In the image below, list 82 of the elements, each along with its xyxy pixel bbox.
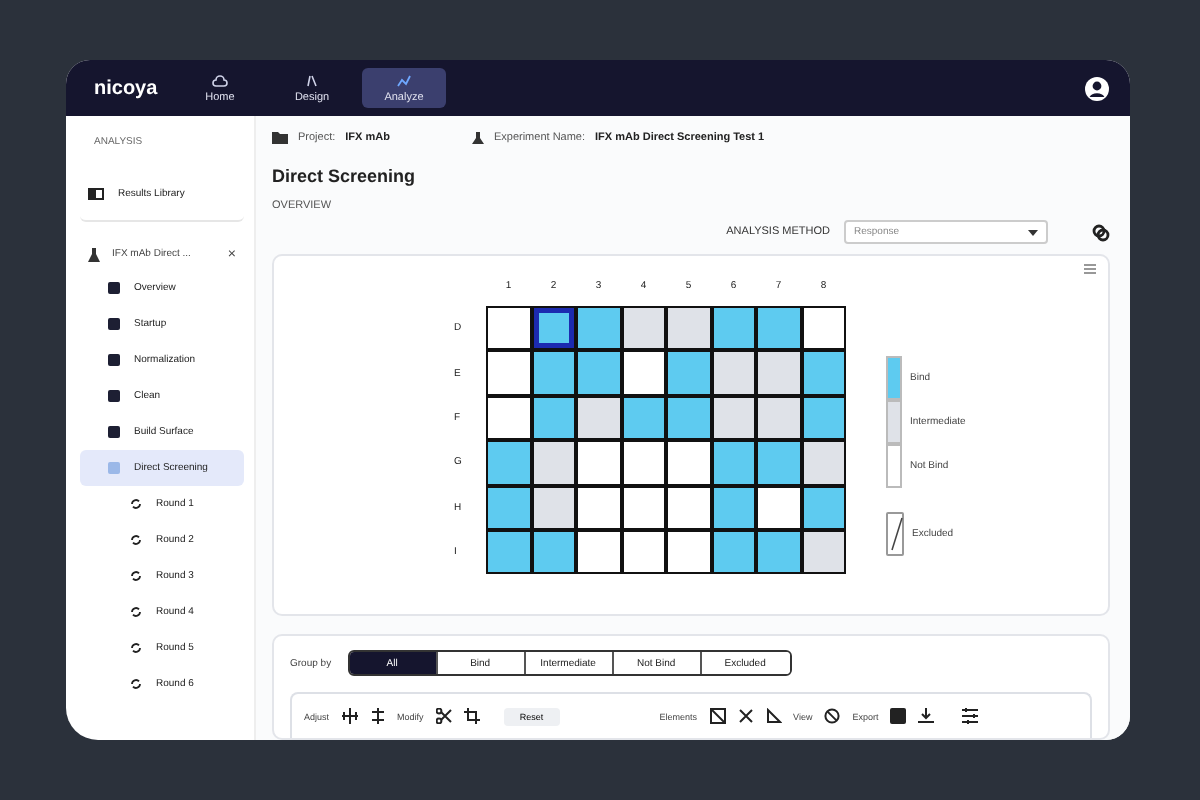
plate-well[interactable] xyxy=(801,529,846,575)
crop-icon[interactable] xyxy=(463,708,480,724)
plate-well[interactable] xyxy=(621,306,666,351)
settings-icon[interactable] xyxy=(962,708,979,724)
refresh-icon xyxy=(130,534,142,546)
step-icon xyxy=(108,462,120,474)
plate-well[interactable] xyxy=(711,529,756,575)
align-icon[interactable] xyxy=(341,708,358,724)
plate-well[interactable] xyxy=(756,485,801,530)
chart-icon xyxy=(396,73,412,87)
page-title: Direct Screening xyxy=(272,165,418,186)
plate-well[interactable] xyxy=(756,306,801,351)
menu-icon[interactable] xyxy=(1084,264,1096,274)
cross-icon[interactable] xyxy=(737,708,754,724)
plate-well[interactable] xyxy=(576,306,621,351)
align-icon[interactable] xyxy=(369,708,386,724)
plate-well[interactable] xyxy=(621,350,666,396)
image-icon[interactable] xyxy=(890,708,907,724)
plate-well[interactable] xyxy=(711,485,756,530)
legend-swatch xyxy=(886,512,904,556)
plate-well[interactable] xyxy=(711,306,756,351)
plate-well[interactable] xyxy=(666,395,711,441)
step-icon xyxy=(108,318,120,330)
refresh-icon xyxy=(130,606,142,618)
plate-well[interactable] xyxy=(486,306,531,351)
folder-icon xyxy=(272,132,288,145)
plate-well[interactable] xyxy=(486,485,531,530)
plate-well[interactable] xyxy=(531,440,576,486)
plate-well[interactable] xyxy=(531,395,576,441)
plate-well[interactable] xyxy=(756,440,801,486)
plate-well[interactable] xyxy=(801,350,846,396)
caret-icon xyxy=(1028,229,1038,236)
refresh-icon xyxy=(130,642,142,654)
download-icon[interactable] xyxy=(918,708,935,724)
scissors-icon[interactable] xyxy=(435,708,452,724)
step-icon xyxy=(108,282,120,294)
refresh-icon xyxy=(130,678,142,690)
plate-well[interactable] xyxy=(711,350,756,396)
plate-well[interactable] xyxy=(621,485,666,530)
plate-well[interactable] xyxy=(576,440,621,486)
plate-well[interactable] xyxy=(531,485,576,530)
plate-well[interactable] xyxy=(621,529,666,575)
plate-well[interactable] xyxy=(621,395,666,441)
plate-well[interactable] xyxy=(486,350,531,396)
triangle-icon[interactable] xyxy=(765,708,782,724)
plate-well[interactable] xyxy=(576,350,621,396)
ban-icon[interactable] xyxy=(824,708,841,724)
plate-well[interactable] xyxy=(666,350,711,396)
plate-well[interactable] xyxy=(711,395,756,441)
plate-well[interactable] xyxy=(711,440,756,486)
plate-well[interactable] xyxy=(756,395,801,441)
plate-well[interactable] xyxy=(531,350,576,396)
plate-well[interactable] xyxy=(531,529,576,575)
step-icon xyxy=(108,354,120,366)
step-icon xyxy=(108,390,120,402)
plate-well[interactable] xyxy=(801,395,846,441)
logo: nicoya xyxy=(94,77,160,99)
plate-well[interactable] xyxy=(666,306,711,351)
plate-well[interactable] xyxy=(666,440,711,486)
step-icon xyxy=(108,426,120,438)
plate-well[interactable] xyxy=(576,529,621,575)
plate-well[interactable] xyxy=(756,350,801,396)
plate-well[interactable] xyxy=(621,440,666,486)
cloud-icon xyxy=(212,73,228,87)
plate-well[interactable] xyxy=(531,306,576,351)
link-icon[interactable] xyxy=(1092,223,1110,242)
plate-well[interactable] xyxy=(801,440,846,486)
plate-well[interactable] xyxy=(666,529,711,575)
plate-well[interactable] xyxy=(666,485,711,530)
refresh-icon xyxy=(130,570,142,582)
library-icon xyxy=(88,188,104,200)
plate-well[interactable] xyxy=(756,529,801,575)
plate-well[interactable] xyxy=(576,485,621,530)
plate-well[interactable] xyxy=(801,485,846,530)
box-cross-icon[interactable] xyxy=(709,708,726,724)
avatar-icon[interactable] xyxy=(1084,75,1110,101)
plate-well[interactable] xyxy=(486,395,531,441)
plate-well[interactable] xyxy=(486,440,531,486)
refresh-icon xyxy=(130,498,142,510)
plate-well[interactable] xyxy=(576,395,621,441)
plate-well[interactable] xyxy=(801,306,846,351)
plate-well[interactable] xyxy=(486,529,531,575)
